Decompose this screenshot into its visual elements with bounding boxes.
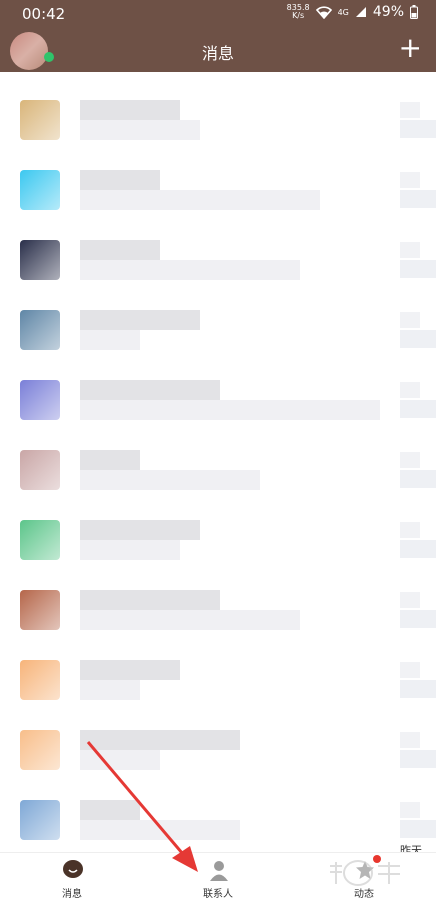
- conversation-name-blurred: [80, 100, 180, 120]
- conversation-name-blurred: [80, 800, 140, 820]
- battery-level: 49%: [372, 4, 404, 20]
- conversation-meta-blurred: [400, 190, 436, 208]
- conversation-time-blurred: [400, 242, 420, 258]
- conversation-row[interactable]: [0, 512, 436, 572]
- conversation-row[interactable]: [0, 442, 436, 502]
- conversation-meta-blurred: [400, 540, 436, 558]
- conversation-preview-blurred: [80, 120, 200, 140]
- conversation-row[interactable]: [0, 302, 436, 362]
- conversation-name-blurred: [80, 450, 140, 470]
- contacts-icon: [210, 861, 228, 881]
- conversation-row[interactable]: [0, 652, 436, 712]
- conversation-meta-blurred: [400, 610, 436, 628]
- conversation-meta-blurred: [400, 470, 436, 488]
- conversation-avatar: [20, 170, 60, 210]
- signal-icon: [355, 7, 366, 17]
- conversation-name-blurred: [80, 170, 160, 190]
- conversation-avatar: [20, 800, 60, 840]
- tab-contacts-label: 联系人: [203, 889, 233, 900]
- conversation-name-blurred: [80, 380, 220, 400]
- conversation-time-blurred: [400, 802, 420, 818]
- message-icon: [63, 860, 83, 878]
- conversation-time-blurred: [400, 312, 420, 328]
- conversation-preview-blurred: [80, 820, 240, 840]
- conversation-preview-blurred: [80, 260, 300, 280]
- conversation-meta-blurred: [400, 260, 436, 278]
- conversation-preview-blurred: [80, 400, 380, 420]
- message-list[interactable]: [0, 72, 436, 852]
- conversation-time-blurred: [400, 382, 420, 398]
- conversation-preview-blurred: [80, 610, 300, 630]
- conversation-avatar: [20, 240, 60, 280]
- watermark-icon: [330, 860, 400, 886]
- conversation-meta-blurred: [400, 120, 436, 138]
- add-button[interactable]: +: [399, 34, 422, 62]
- conversation-name-blurred: [80, 660, 180, 680]
- conversation-time-blurred: [400, 732, 420, 748]
- conversation-name-blurred: [80, 520, 200, 540]
- status-bar: 00:42 835.8 K/s 4G 49%: [0, 0, 436, 28]
- network-speed: 835.8 K/s: [287, 4, 310, 20]
- conversation-name-blurred: [80, 590, 220, 610]
- conversation-avatar: [20, 660, 60, 700]
- conversation-preview-blurred: [80, 680, 140, 700]
- network-type: 4G: [337, 7, 349, 17]
- conversation-avatar: [20, 100, 60, 140]
- conversation-name-blurred: [80, 730, 240, 750]
- conversation-meta-blurred: [400, 750, 436, 768]
- status-indicators: 835.8 K/s 4G 49%: [287, 4, 418, 20]
- conversation-row[interactable]: [0, 582, 436, 642]
- tab-messages[interactable]: 消息: [22, 853, 122, 902]
- conversation-row[interactable]: [0, 162, 436, 222]
- conversation-avatar: [20, 450, 60, 490]
- conversation-avatar: [20, 310, 60, 350]
- conversation-time-blurred: [400, 102, 420, 118]
- conversation-time-blurred: [400, 662, 420, 678]
- conversation-time-blurred: [400, 522, 420, 538]
- speed-unit: K/s: [292, 11, 305, 20]
- conversation-row[interactable]: [0, 372, 436, 432]
- conversation-meta-blurred: [400, 330, 436, 348]
- conversation-row[interactable]: [0, 232, 436, 292]
- conversation-row[interactable]: [0, 792, 436, 852]
- conversation-avatar: [20, 380, 60, 420]
- battery-icon: [410, 5, 418, 19]
- status-time: 00:42: [22, 5, 66, 23]
- conversation-name-blurred: [80, 240, 160, 260]
- conversation-meta-blurred: [400, 680, 436, 698]
- wifi-icon: [315, 5, 332, 19]
- tab-contacts[interactable]: 联系人: [168, 853, 268, 902]
- conversation-row[interactable]: [0, 722, 436, 782]
- conversation-time-blurred: [400, 172, 420, 188]
- conversation-avatar: [20, 520, 60, 560]
- tab-messages-label: 消息: [62, 889, 82, 900]
- conversation-time-blurred: [400, 452, 420, 468]
- app-header: 消息 +: [0, 28, 436, 72]
- conversation-preview-blurred: [80, 540, 180, 560]
- conversation-name-blurred: [80, 310, 200, 330]
- page-title: 消息: [201, 44, 234, 63]
- conversation-preview-blurred: [80, 190, 320, 210]
- conversation-preview-blurred: [80, 470, 260, 490]
- conversation-time-blurred: [400, 592, 420, 608]
- conversation-avatar: [20, 730, 60, 770]
- conversation-preview-blurred: [80, 330, 140, 350]
- conversation-avatar: [20, 590, 60, 630]
- conversation-meta-blurred: [400, 820, 436, 838]
- conversation-meta-blurred: [400, 400, 436, 418]
- conversation-row[interactable]: [0, 92, 436, 152]
- conversation-preview-blurred: [80, 750, 160, 770]
